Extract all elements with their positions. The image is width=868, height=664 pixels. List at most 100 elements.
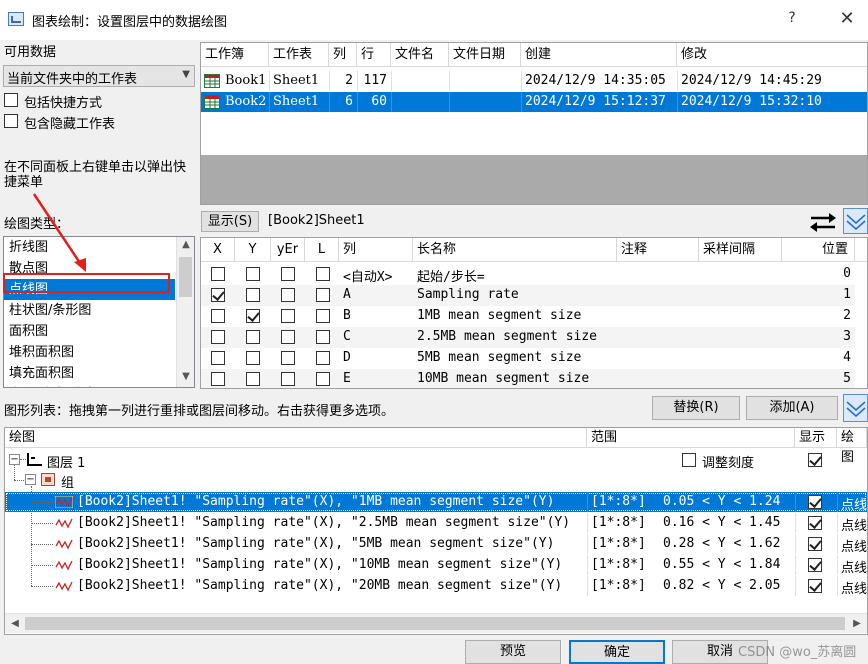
yerr-checkbox[interactable] xyxy=(281,330,295,344)
grid-divider xyxy=(269,92,270,112)
yerr-checkbox[interactable] xyxy=(281,288,295,302)
worksheet-table[interactable]: 工作簿 工作表列行文件名 文件日期 创建 修改 Book1 Sheet1 2 117 2024/… xyxy=(200,42,868,205)
scroll-left-icon[interactable]: ◀ xyxy=(7,618,23,629)
hscroll-thumb[interactable] xyxy=(25,617,845,630)
plot-list-header[interactable]: 绘图 xyxy=(5,428,587,448)
scroll-down-icon[interactable]: ▼ xyxy=(178,371,194,382)
plot-list-table[interactable]: 绘图 范围 显示 绘图 − 图层 1 调整刻度 − 组 [Book2]Sheet1! … xyxy=(4,427,868,635)
scroll-right-icon[interactable]: ▶ xyxy=(849,618,865,629)
include-shortcuts-checkbox[interactable] xyxy=(4,93,18,107)
x-checkbox[interactable] xyxy=(211,309,225,323)
plot-list-row[interactable]: [Book2]Sheet1! "Sampling rate"(X), "20MB… xyxy=(5,576,867,597)
replace-button[interactable]: 替换(R) xyxy=(652,396,740,420)
table-column-header[interactable]: 文件日期 xyxy=(449,43,521,67)
grid-divider xyxy=(521,71,522,91)
column-table-header[interactable]: L xyxy=(305,238,339,262)
x-checkbox[interactable] xyxy=(211,330,225,344)
table-column-header[interactable]: 列 xyxy=(329,43,357,67)
table-column-header[interactable]: 工作表 xyxy=(269,43,329,67)
plot-type-item[interactable]: 堆积面积图 xyxy=(4,342,175,363)
scroll-thumb[interactable] xyxy=(179,257,192,297)
plot-type-item[interactable]: 填充面积图 xyxy=(4,363,175,384)
column-table-header[interactable]: 列 xyxy=(339,238,413,262)
plot-type-item[interactable]: 柱状图/条形图 xyxy=(4,300,175,321)
yerr-checkbox[interactable] xyxy=(281,309,295,323)
table-column-header[interactable]: 文件名 xyxy=(391,43,449,67)
yerr-checkbox[interactable] xyxy=(281,351,295,365)
table-row[interactable]: D 5MB mean segment size 4 xyxy=(201,348,855,369)
label-checkbox[interactable] xyxy=(316,288,330,302)
table-column-header[interactable]: 修改 xyxy=(677,43,867,67)
preview-button[interactable]: 预览 xyxy=(465,640,561,664)
column-table[interactable]: X YyEr L 列长名称 注释 采样间隔 位置 <自动X> 起始/步长= 0 A Sampling… xyxy=(200,237,868,389)
y-checkbox[interactable] xyxy=(246,288,260,302)
plot-list-hscrollbar[interactable]: ◀ ▶ xyxy=(5,613,867,633)
plot-show-checkbox[interactable] xyxy=(808,495,822,509)
include-hidden-checkbox[interactable] xyxy=(4,114,18,128)
table-row[interactable]: E 10MB mean segment size 5 xyxy=(201,369,855,388)
plot-list-row[interactable]: [Book2]Sheet1! "Sampling rate"(X), "10MB… xyxy=(5,555,867,576)
label-checkbox[interactable] xyxy=(316,267,330,281)
table-column-header[interactable]: 行 xyxy=(357,43,391,67)
x-checkbox[interactable] xyxy=(211,372,225,386)
grid-divider xyxy=(795,513,796,533)
scroll-up-icon[interactable]: ▲ xyxy=(178,239,194,250)
x-checkbox[interactable] xyxy=(211,288,225,302)
table-row[interactable]: A Sampling rate 1 xyxy=(201,285,855,306)
column-table-header[interactable]: 长名称 xyxy=(413,238,617,262)
plot-list-header[interactable]: 绘图 xyxy=(837,428,867,465)
table-row[interactable]: <自动X> 起始/步长= 0 xyxy=(201,264,855,285)
plot-type-item[interactable]: 面积图 xyxy=(4,321,175,342)
add-button[interactable]: 添加(A) xyxy=(746,396,838,420)
plot-list-header[interactable]: 范围 xyxy=(587,428,795,448)
x-checkbox[interactable] xyxy=(211,267,225,281)
grid-divider xyxy=(269,71,270,91)
y-checkbox[interactable] xyxy=(246,372,260,386)
plot-type-item[interactable]: 高低-收盘-收盘图 xyxy=(4,384,175,387)
table-row[interactable]: C 2.5MB mean segment size 3 xyxy=(201,327,855,348)
expand-chevron-icon[interactable] xyxy=(843,394,868,422)
y-checkbox[interactable] xyxy=(246,351,260,365)
plot-show-checkbox[interactable] xyxy=(808,558,822,572)
help-button[interactable]: ? xyxy=(782,10,802,26)
column-table-header[interactable]: 采样间隔 xyxy=(699,238,782,262)
label-checkbox[interactable] xyxy=(316,372,330,386)
plot-type-scrollbar[interactable]: ▲ ▼ xyxy=(176,237,194,387)
label-checkbox[interactable] xyxy=(316,330,330,344)
column-table-header[interactable]: 位置 xyxy=(782,238,855,262)
collapse-chevron-icon[interactable] xyxy=(843,208,868,234)
plot-show-checkbox[interactable] xyxy=(808,537,822,551)
x-checkbox[interactable] xyxy=(211,351,225,365)
yerr-checkbox[interactable] xyxy=(281,267,295,281)
layer-show-checkbox[interactable] xyxy=(808,453,822,467)
y-checkbox[interactable] xyxy=(246,309,260,323)
plot-list-row[interactable]: [Book2]Sheet1! "Sampling rate"(X), "2.5M… xyxy=(5,513,867,534)
plot-show-checkbox[interactable] xyxy=(808,516,822,530)
label-checkbox[interactable] xyxy=(316,309,330,323)
table-column-header[interactable]: 创建 xyxy=(521,43,677,67)
plot-list-row[interactable]: [Book2]Sheet1! "Sampling rate"(X), "1MB … xyxy=(5,492,867,513)
column-table-header[interactable]: Y xyxy=(235,238,271,262)
yerr-checkbox[interactable] xyxy=(281,372,295,386)
table-row[interactable]: B 1MB mean segment size 2 xyxy=(201,306,855,327)
column-table-header[interactable]: 注释 xyxy=(617,238,699,262)
close-button[interactable]: ✕ xyxy=(835,8,859,29)
data-source-select[interactable]: 当前文件夹中的工作表 ▼ xyxy=(3,65,195,87)
ok-button[interactable]: 确定 xyxy=(569,640,665,664)
adjust-scale-checkbox[interactable] xyxy=(682,453,696,467)
collapse-group-icon[interactable]: − xyxy=(25,474,36,485)
table-column-header[interactable]: 工作簿 xyxy=(201,43,269,67)
swap-icon[interactable] xyxy=(808,210,838,234)
label-checkbox[interactable] xyxy=(316,351,330,365)
table-row[interactable]: Book2 Sheet1 6 60 2024/12/9 15:12:37 2024/12/… xyxy=(201,92,867,112)
plot-show-checkbox[interactable] xyxy=(808,579,822,593)
collapse-layer-icon[interactable]: − xyxy=(9,454,20,465)
column-table-header[interactable]: X xyxy=(201,238,235,262)
y-checkbox[interactable] xyxy=(246,330,260,344)
plot-list-row[interactable]: [Book2]Sheet1! "Sampling rate"(X), "5MB … xyxy=(5,534,867,555)
y-checkbox[interactable] xyxy=(246,267,260,281)
plot-list-header[interactable]: 显示 xyxy=(795,428,837,448)
table-row[interactable]: Book1 Sheet1 2 117 2024/12/9 14:35:05 2024/12… xyxy=(201,71,867,91)
column-table-header[interactable]: yEr xyxy=(271,238,305,262)
show-button[interactable]: 显示(S) xyxy=(201,211,259,232)
